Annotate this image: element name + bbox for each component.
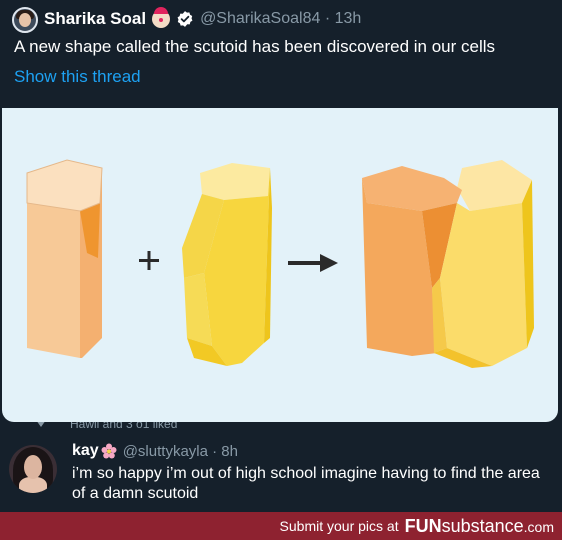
display-name[interactable]: Sharika Soal: [44, 9, 146, 29]
liked-text: Hawii and 3 o1 liked: [70, 422, 178, 431]
flower-emoji-icon: [101, 443, 117, 459]
tweet-image[interactable]: [2, 108, 558, 422]
plus-sign: [139, 251, 159, 270]
brand-rest: substance: [441, 515, 524, 536]
clown-emoji-icon: [152, 7, 171, 28]
arrow: [288, 254, 338, 272]
orange-prism: [26, 159, 103, 358]
footer-brand: FUNsubstance.com: [405, 516, 554, 537]
avatar[interactable]: [12, 7, 38, 33]
scutoid-pair: [362, 160, 534, 368]
brand-suffix: .com: [523, 518, 554, 535]
tweet-text: A new shape called the scutoid has been …: [14, 37, 496, 56]
tweet-header: kay @sluttykayla · 8h: [72, 440, 238, 462]
brand-bold: FUN: [404, 515, 442, 536]
avatar[interactable]: [9, 445, 57, 493]
handle-time[interactable]: @SharikaSoal84 · 13h: [200, 10, 361, 28]
heart-icon: [37, 422, 45, 427]
handle-time[interactable]: @sluttykayla · 8h: [123, 443, 238, 460]
footer-prefix: Submit your pics at: [279, 518, 399, 534]
show-thread-link[interactable]: Show this thread: [14, 67, 141, 87]
tweet-header: Sharika Soal @SharikaSoal84 · 13h: [44, 7, 361, 30]
tweet-original[interactable]: Sharika Soal @SharikaSoal84 · 13h A new …: [0, 0, 562, 110]
liked-indicator: Hawii and 3 o1 liked: [0, 422, 562, 432]
watermark-footer: Submit your pics at FUNsubstance.com: [0, 512, 562, 540]
verified-icon: [177, 11, 193, 27]
scutoid-illustration: [26, 159, 534, 368]
yellow-prism: [182, 163, 272, 366]
display-name[interactable]: kay: [72, 442, 99, 460]
tweet-reply[interactable]: kay @sluttykayla · 8h i’m so happy i’m o…: [0, 432, 562, 522]
tweet-text: i’m so happy i’m out of high school imag…: [72, 465, 540, 502]
